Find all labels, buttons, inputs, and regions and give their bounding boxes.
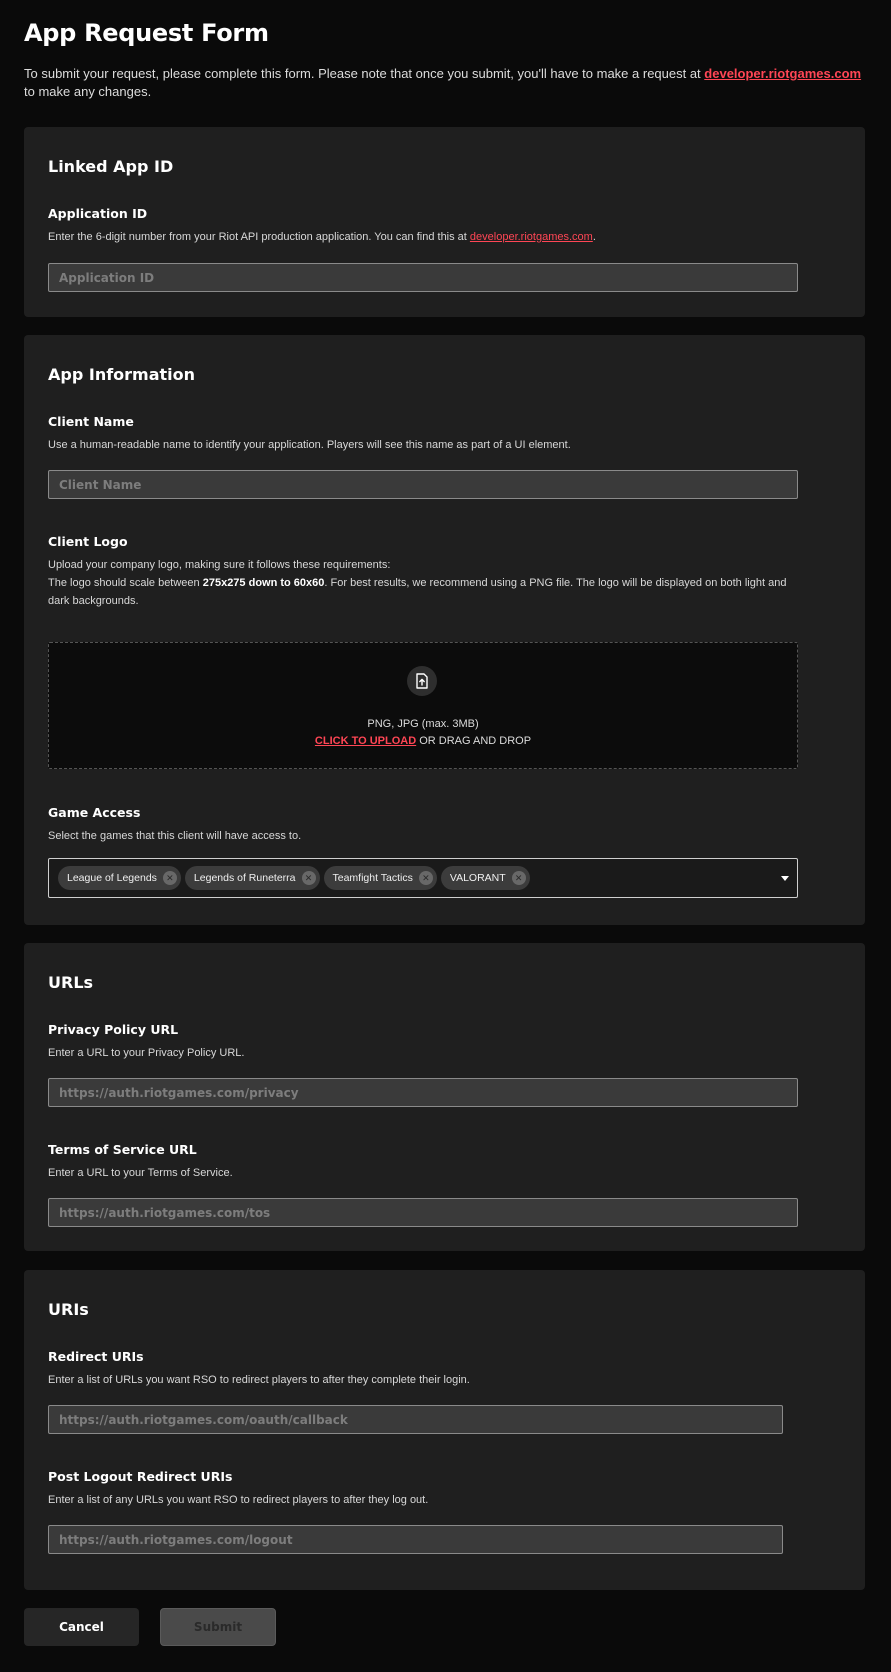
client-logo-help: Upload your company logo, making sure it… bbox=[48, 556, 808, 610]
post-logout-uris-input[interactable] bbox=[48, 1525, 783, 1554]
game-chip-label: League of Legends bbox=[67, 872, 157, 884]
application-id-help: Enter the 6-digit number from your Riot … bbox=[48, 228, 808, 246]
dropzone-action: CLICK TO UPLOAD OR DRAG AND DROP bbox=[49, 735, 797, 747]
urls-section: URLs Privacy Policy URL Enter a URL to y… bbox=[24, 943, 865, 1251]
file-upload-icon[interactable] bbox=[407, 666, 437, 696]
remove-chip-icon[interactable]: ✕ bbox=[301, 871, 316, 885]
remove-chip-icon[interactable]: ✕ bbox=[511, 871, 526, 885]
terms-of-service-label: Terms of Service URL bbox=[48, 1142, 197, 1157]
privacy-policy-label: Privacy Policy URL bbox=[48, 1022, 179, 1037]
game-access-help: Select the games that this client will h… bbox=[48, 830, 302, 842]
application-id-label: Application ID bbox=[48, 206, 148, 221]
post-logout-uris-label: Post Logout Redirect URIs bbox=[48, 1469, 233, 1484]
client-name-label: Client Name bbox=[48, 414, 134, 429]
game-chip-valorant: VALORANT ✕ bbox=[440, 866, 530, 890]
application-id-help-text: Enter the 6-digit number from your Riot … bbox=[48, 231, 470, 243]
drag-drop-text: OR DRAG AND DROP bbox=[416, 735, 532, 747]
uris-section: URIs Redirect URIs Enter a list of URLs … bbox=[24, 1270, 865, 1590]
uris-title: URIs bbox=[48, 1300, 89, 1319]
client-name-help: Use a human-readable name to identify yo… bbox=[48, 439, 571, 451]
dropzone-formats: PNG, JPG (max. 3MB) bbox=[367, 718, 479, 730]
terms-of-service-help: Enter a URL to your Terms of Service. bbox=[48, 1167, 233, 1179]
client-name-input[interactable] bbox=[48, 470, 798, 499]
page-title: App Request Form bbox=[24, 19, 269, 47]
client-logo-size-spec: 275x275 down to 60x60 bbox=[202, 577, 325, 589]
linked-app-title: Linked App ID bbox=[48, 157, 174, 176]
game-chip-label: Teamfight Tactics bbox=[332, 872, 413, 884]
client-logo-help-line2: The logo should scale between 275x275 do… bbox=[48, 574, 808, 610]
app-information-title: App Information bbox=[48, 365, 196, 384]
game-chip-label: VALORANT bbox=[449, 872, 506, 884]
client-logo-help-line1: Upload your company logo, making sure it… bbox=[48, 559, 391, 571]
app-information-section: App Information Client Name Use a human-… bbox=[24, 335, 865, 925]
privacy-policy-help: Enter a URL to your Privacy Policy URL. bbox=[48, 1047, 245, 1059]
redirect-uris-input[interactable] bbox=[48, 1405, 783, 1434]
game-chip-legends-of-runeterra: Legends of Runeterra ✕ bbox=[184, 866, 320, 890]
intro-text-end: to make any changes. bbox=[24, 84, 152, 99]
file-upload-glyph bbox=[416, 673, 428, 689]
game-chip-teamfight-tactics: Teamfight Tactics ✕ bbox=[323, 866, 437, 890]
logo-dropzone[interactable]: PNG, JPG (max. 3MB) CLICK TO UPLOAD OR D… bbox=[48, 642, 798, 769]
linked-app-section: Linked App ID Application ID Enter the 6… bbox=[24, 127, 865, 317]
click-to-upload-link[interactable]: CLICK TO UPLOAD bbox=[315, 735, 416, 747]
page-intro: To submit your request, please complete … bbox=[24, 65, 864, 101]
developer-portal-link[interactable]: developer.riotgames.com bbox=[704, 66, 861, 81]
app-request-page: App Request Form To submit your request,… bbox=[0, 0, 891, 1672]
game-access-label: Game Access bbox=[48, 805, 141, 820]
privacy-policy-input[interactable] bbox=[48, 1078, 798, 1107]
intro-text: To submit your request, please complete … bbox=[24, 66, 705, 81]
chevron-down-icon[interactable] bbox=[781, 876, 789, 881]
remove-chip-icon[interactable]: ✕ bbox=[162, 871, 177, 885]
client-logo-help-text: The logo should scale between bbox=[48, 577, 203, 589]
redirect-uris-label: Redirect URIs bbox=[48, 1349, 144, 1364]
urls-title: URLs bbox=[48, 973, 94, 992]
post-logout-uris-help: Enter a list of any URLs you want RSO to… bbox=[48, 1494, 429, 1506]
application-id-help-link[interactable]: developer.riotgames.com bbox=[470, 231, 593, 243]
application-id-help-end: . bbox=[592, 231, 596, 243]
game-access-select[interactable]: League of Legends ✕ Legends of Runeterra… bbox=[48, 858, 798, 898]
game-chip-league-of-legends: League of Legends ✕ bbox=[58, 866, 181, 890]
game-chip-label: Legends of Runeterra bbox=[193, 872, 296, 884]
application-id-input[interactable] bbox=[48, 263, 798, 292]
terms-of-service-input[interactable] bbox=[48, 1198, 798, 1227]
redirect-uris-help: Enter a list of URLs you want RSO to red… bbox=[48, 1374, 470, 1386]
submit-button[interactable]: Submit bbox=[160, 1608, 276, 1646]
client-logo-label: Client Logo bbox=[48, 534, 128, 549]
remove-chip-icon[interactable]: ✕ bbox=[418, 871, 433, 885]
cancel-button[interactable]: Cancel bbox=[24, 1608, 139, 1646]
